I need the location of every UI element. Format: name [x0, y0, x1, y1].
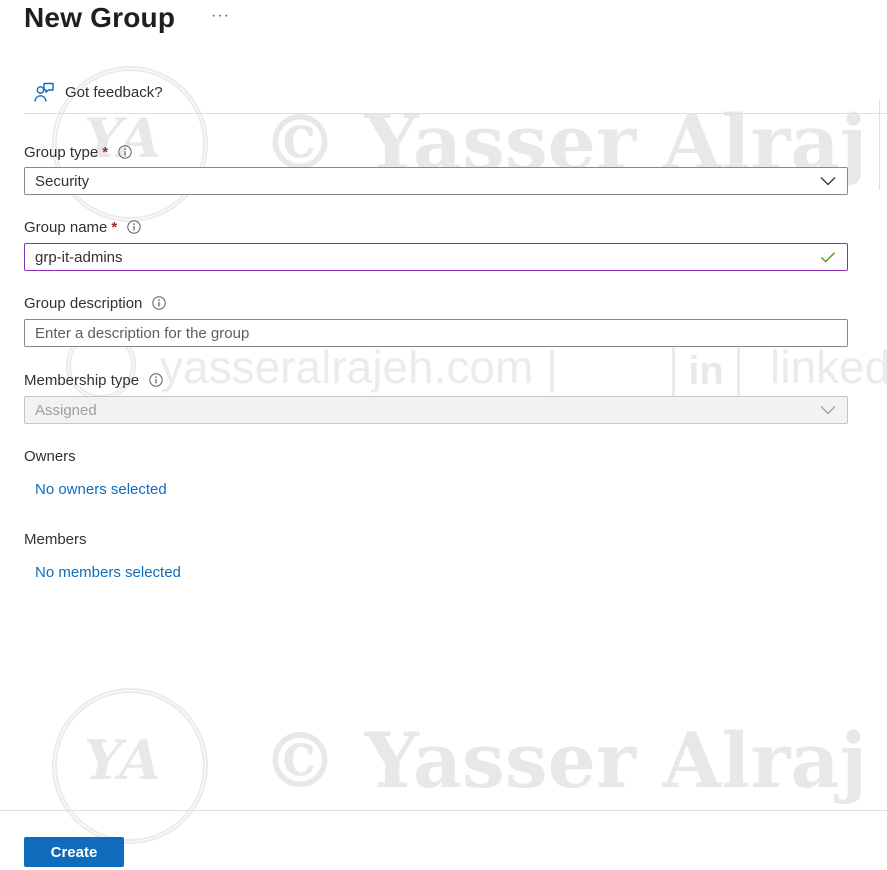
members-label: Members [24, 530, 87, 548]
membership-type-label: Membership type [24, 369, 163, 391]
group-description-label: Group description [24, 292, 167, 314]
feedback-label: Got feedback? [65, 83, 163, 101]
group-description-label-text: Group description [24, 294, 143, 312]
info-icon[interactable] [127, 220, 141, 234]
no-owners-selected-link[interactable]: No owners selected [35, 481, 167, 498]
group-type-value: Security [35, 172, 90, 190]
group-description-field[interactable] [24, 319, 848, 347]
watermark-site: yasseralrajeh.com | [160, 341, 558, 393]
watermark-seal-bottom [52, 688, 208, 844]
owners-label: Owners [24, 447, 76, 465]
chevron-down-icon [819, 401, 837, 419]
info-icon[interactable] [152, 296, 167, 310]
group-name-label-text: Group name [24, 218, 108, 236]
membership-type-dropdown: Assigned [24, 396, 848, 424]
watermark-linkedin-icon: in [672, 337, 740, 405]
membership-type-value: Assigned [35, 401, 97, 419]
right-border-line [879, 100, 880, 190]
group-name-input[interactable] [35, 248, 819, 266]
group-type-dropdown[interactable]: Security [24, 167, 848, 195]
watermark-linkedin-text: linked [770, 341, 887, 393]
feedback-button[interactable]: Got feedback? [33, 80, 163, 104]
info-icon[interactable] [149, 373, 163, 387]
membership-type-label-text: Membership type [24, 371, 140, 389]
group-type-label-text: Group type [24, 143, 99, 161]
checkmark-icon [819, 248, 837, 266]
required-marker: * [102, 143, 109, 161]
group-name-field[interactable] [24, 243, 848, 271]
more-options-button[interactable]: ··· [211, 4, 230, 28]
page-title: New Group [24, 2, 176, 33]
footer-divider [0, 810, 887, 811]
no-members-selected-link[interactable]: No members selected [35, 564, 181, 581]
watermark-initials-bottom: YA [84, 728, 161, 792]
group-description-input[interactable] [35, 324, 837, 342]
group-type-label: Group type * [24, 141, 132, 163]
info-icon[interactable] [118, 145, 132, 159]
person-feedback-icon [33, 81, 55, 103]
create-button[interactable]: Create [24, 837, 124, 867]
group-name-label: Group name * [24, 216, 141, 238]
chevron-down-icon [819, 172, 837, 190]
required-marker: * [111, 218, 118, 236]
watermark-copyright-bottom: © Yasser Alraj [262, 716, 868, 805]
header-divider [24, 113, 887, 114]
